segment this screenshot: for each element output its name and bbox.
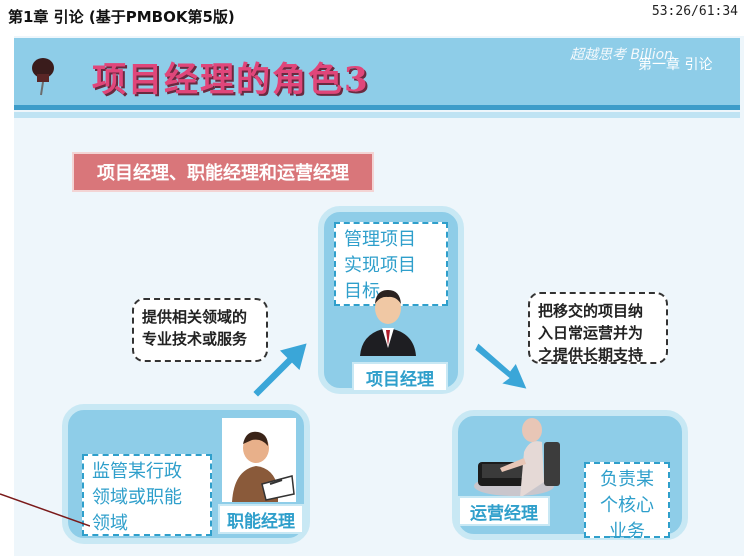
callout-line: 专业技术或服务: [142, 330, 248, 348]
businessman-icon: [360, 290, 416, 356]
callout-line: 提供相关领域的: [142, 308, 248, 326]
duty-line: 负责某: [600, 469, 654, 490]
functional-manager-duties: 监管某行政 领域或职能 领域: [82, 454, 212, 536]
duty-line: 管理项目: [344, 229, 416, 250]
operations-manager-duties: 负责某 个核心 业务: [584, 462, 670, 542]
duty-line: 领域: [92, 513, 128, 534]
project-manager-label: 项目经理: [352, 362, 448, 392]
operations-manager-label: 运营经理: [458, 496, 550, 526]
top-bar: 第1章 引论 (基于PMBOK第5版) 53:26/61:34: [0, 0, 744, 36]
callout-line: 入日常运营并为: [538, 324, 644, 342]
playback-timer: 53:26/61:34: [651, 4, 738, 19]
duty-line: 领域或职能: [92, 487, 182, 508]
pushpin-icon: [32, 58, 54, 96]
banner-strip: [14, 112, 740, 118]
callout-line: 之提供长期支持: [538, 346, 644, 364]
chapter-title: 第1章 引论 (基于PMBOK第5版): [8, 8, 235, 26]
section-heading: 项目经理、职能经理和运营经理: [72, 152, 374, 192]
duty-line: 业务: [609, 521, 645, 542]
functional-manager-label: 职能经理: [218, 504, 304, 534]
arrow-up-right-icon: [250, 340, 310, 400]
writing-person-icon: [222, 418, 296, 502]
callout-operations-support: 把移交的项目纳 入日常运营并为 之提供长期支持: [528, 292, 668, 364]
duty-line: 实现项目: [344, 255, 416, 276]
duty-line: 监管某行政: [92, 461, 182, 482]
chapter-subtitle: 第一章 引论: [638, 57, 713, 73]
slide-title: 项目经理的角色3: [92, 60, 370, 100]
duty-line: 个核心: [600, 495, 654, 516]
callout-line: 把移交的项目纳: [538, 302, 644, 320]
laptop-worker-icon: [474, 418, 560, 498]
arrow-down-right-icon: [472, 340, 530, 392]
decorative-line: [0, 493, 90, 527]
